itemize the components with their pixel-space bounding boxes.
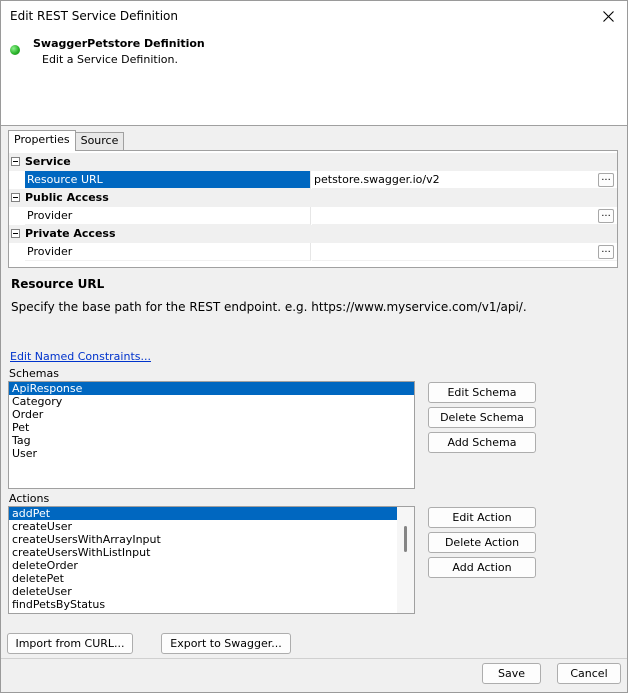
actions-label: Actions — [9, 492, 50, 505]
cancel-button[interactable]: Cancel — [557, 663, 621, 684]
property-value[interactable]: petstore.swagger.io/v2 ... — [312, 171, 617, 189]
property-name[interactable]: Provider — [25, 243, 311, 261]
property-row-resource-url[interactable]: Resource URL petstore.swagger.io/v2 ... — [25, 171, 617, 189]
close-icon — [602, 10, 614, 22]
ellipsis-button[interactable]: ... — [598, 209, 614, 223]
title-bar: Edit REST Service Definition — [1, 1, 627, 33]
collapse-icon[interactable] — [11, 229, 20, 238]
import-from-curl-button[interactable]: Import from CURL... — [7, 633, 133, 654]
list-item[interactable]: deleteUser — [9, 585, 397, 598]
ellipsis-button[interactable]: ... — [598, 173, 614, 187]
tab-properties[interactable]: Properties — [8, 130, 76, 151]
property-row-public-provider[interactable]: Provider ... — [25, 207, 617, 225]
save-button[interactable]: Save — [482, 663, 541, 684]
list-item[interactable]: Order — [9, 408, 414, 421]
window-title: Edit REST Service Definition — [10, 9, 179, 23]
list-item[interactable]: createUsersWithListInput — [9, 546, 397, 559]
list-item[interactable]: User — [9, 447, 414, 460]
list-item[interactable]: addPet — [9, 507, 397, 520]
list-item[interactable]: Tag — [9, 434, 414, 447]
delete-schema-button[interactable]: Delete Schema — [428, 407, 536, 428]
description-title: Resource URL — [11, 277, 105, 291]
dialog-window: Edit REST Service Definition SwaggerPets… — [0, 0, 628, 693]
footer-separator — [1, 658, 627, 659]
collapse-icon[interactable] — [11, 157, 20, 166]
actions-list[interactable]: addPet createUser createUsersWithArrayIn… — [8, 506, 415, 614]
description-text: Specify the base path for the REST endpo… — [11, 300, 527, 314]
category-public-access[interactable]: Public Access — [9, 189, 617, 207]
category-service[interactable]: Service — [9, 153, 617, 171]
category-private-access[interactable]: Private Access — [9, 225, 617, 243]
schemas-label: Schemas — [9, 367, 59, 380]
ellipsis-button[interactable]: ... — [598, 245, 614, 259]
property-grid: Service Resource URL petstore.swagger.io… — [8, 150, 618, 268]
delete-action-button[interactable]: Delete Action — [428, 532, 536, 553]
property-value[interactable]: ... — [312, 207, 617, 225]
status-indicator-icon — [10, 45, 20, 55]
list-item[interactable]: findPetsByStatus — [9, 598, 397, 611]
property-name[interactable]: Provider — [25, 207, 311, 225]
scroll-thumb[interactable] — [404, 526, 407, 552]
edit-schema-button[interactable]: Edit Schema — [428, 382, 536, 403]
property-value[interactable]: ... — [312, 243, 617, 261]
list-item[interactable]: createUser — [9, 520, 397, 533]
header-panel: SwaggerPetstore Definition Edit a Servic… — [1, 33, 627, 126]
list-item[interactable]: Pet — [9, 421, 414, 434]
header-title: SwaggerPetstore Definition — [33, 37, 205, 50]
actions-scrollbar[interactable] — [397, 507, 414, 613]
close-button[interactable] — [593, 3, 623, 29]
header-subtitle: Edit a Service Definition. — [42, 53, 178, 66]
actions-items: addPet createUser createUsersWithArrayIn… — [9, 507, 397, 611]
tab-strip: Properties Source — [8, 130, 125, 151]
collapse-icon[interactable] — [11, 193, 20, 202]
list-item[interactable]: ApiResponse — [9, 382, 414, 395]
list-item[interactable]: deleteOrder — [9, 559, 397, 572]
list-item[interactable]: createUsersWithArrayInput — [9, 533, 397, 546]
export-to-swagger-button[interactable]: Export to Swagger... — [161, 633, 291, 654]
list-item[interactable]: Category — [9, 395, 414, 408]
edit-named-constraints-link[interactable]: Edit Named Constraints... — [10, 350, 151, 363]
edit-action-button[interactable]: Edit Action — [428, 507, 536, 528]
property-row-private-provider[interactable]: Provider ... — [25, 243, 617, 261]
tab-source[interactable]: Source — [74, 132, 125, 150]
add-action-button[interactable]: Add Action — [428, 557, 536, 578]
property-name[interactable]: Resource URL — [25, 171, 311, 189]
add-schema-button[interactable]: Add Schema — [428, 432, 536, 453]
schemas-list[interactable]: ApiResponse Category Order Pet Tag User — [8, 381, 415, 489]
list-item[interactable]: deletePet — [9, 572, 397, 585]
